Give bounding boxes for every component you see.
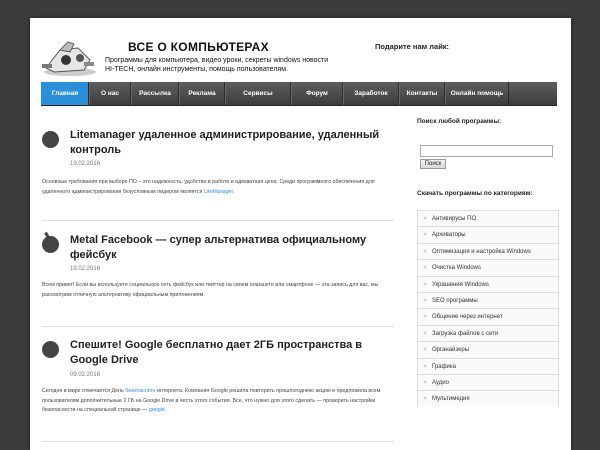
post-marker-icon xyxy=(42,341,59,358)
post-marker-icon xyxy=(42,131,59,148)
category-label: Мультимедия xyxy=(432,396,470,403)
category-item[interactable]: ‹ Архиваторы xyxy=(417,226,559,243)
chevron-left-icon: ‹ xyxy=(424,264,427,272)
post-excerpt: Всем привет! Если вы используете социаль… xyxy=(42,282,379,298)
post: Metal Facebook — супер альтернатива офиц… xyxy=(42,233,394,328)
post-title[interactable]: Спешите! Google бесплатно дает 2ГБ прост… xyxy=(70,338,394,367)
robot-logo-icon[interactable] xyxy=(40,38,98,78)
category-label: Архиваторы xyxy=(432,232,466,239)
category-item[interactable]: ‹ Украшения Windows xyxy=(417,275,559,292)
category-label: Загрузка файлов с сети xyxy=(432,330,499,337)
chevron-left-icon: ‹ xyxy=(424,280,427,288)
post-marker-icon xyxy=(42,236,59,253)
category-label: Общение через интернет xyxy=(432,314,503,321)
post-date: 19.02.2016 xyxy=(70,266,101,272)
excerpt-end: . xyxy=(164,407,167,413)
chevron-left-icon: ‹ xyxy=(424,395,427,403)
site-header: ВСЕ О КОМПЬЮТЕРАХ Программы для компьюте… xyxy=(30,18,571,82)
post-divider xyxy=(42,326,394,327)
nav-item-online-help[interactable]: Онлайн помощь xyxy=(445,82,509,105)
excerpt-end: . xyxy=(232,188,235,195)
category-label: Оптимизация и настройка Windows xyxy=(432,248,531,255)
category-item[interactable]: ‹ Загрузка файлов с сети xyxy=(417,324,559,342)
chevron-left-icon: ‹ xyxy=(424,231,427,239)
category-item[interactable]: ‹ Графика xyxy=(417,357,559,374)
nav-item-newsletter[interactable]: Рассылка xyxy=(131,82,179,105)
post-divider xyxy=(42,441,394,442)
share-label: Подарите нам лайк: xyxy=(375,42,450,51)
chevron-left-icon: ‹ xyxy=(424,329,427,337)
page: ВСЕ О КОМПЬЮТЕРАХ Программы для компьюте… xyxy=(30,18,571,450)
post-excerpt: Сегодня в мире отмечается День безопасно… xyxy=(42,387,394,416)
category-label: Очистка Windows xyxy=(432,265,481,272)
category-item[interactable]: ‹ Антивирусы ПО xyxy=(417,210,559,227)
search-button[interactable]: Поиск xyxy=(420,159,446,169)
post-divider xyxy=(42,220,394,221)
main-nav: Главная О нас Рассылка Реклама Сервисы Ф… xyxy=(41,82,557,106)
post-excerpt: Основные требования при выборе ПО – это … xyxy=(42,178,394,197)
category-list: ‹ Антивирусы ПО ‹ Архиваторы ‹ Оптимизация … xyxy=(417,210,559,407)
category-item[interactable]: ‹ Общение через интернет xyxy=(417,308,559,325)
category-item[interactable]: ‹ Органайзеры xyxy=(417,341,559,358)
safe-link[interactable]: безопасного xyxy=(125,388,155,394)
category-item[interactable]: ‹ Мультимедия xyxy=(417,390,559,407)
nav-item-services[interactable]: Сервисы xyxy=(225,82,291,105)
nav-item-forum[interactable]: Форум xyxy=(291,82,343,105)
categories-widget-title: Скачать программы по категориям: xyxy=(417,190,533,197)
category-label: Аудио xyxy=(432,379,449,386)
site-description: Программы для компьютера, видео уроки, с… xyxy=(105,57,329,73)
category-item[interactable]: ‹ SEO программы xyxy=(417,291,559,309)
category-label: Украшения Windows xyxy=(432,281,489,288)
chevron-left-icon: ‹ xyxy=(424,296,427,304)
post-title[interactable]: Metal Facebook — супер альтернатива офиц… xyxy=(70,233,394,262)
category-label: Графика xyxy=(432,363,456,370)
chevron-left-icon: ‹ xyxy=(424,313,427,321)
chevron-left-icon: ‹ xyxy=(424,247,427,255)
category-item[interactable]: ‹ Очистка Windows xyxy=(417,259,559,276)
site-title[interactable]: ВСЕ О КОМПЬЮТЕРАХ xyxy=(128,40,269,54)
chevron-left-icon: ‹ xyxy=(424,346,427,354)
sidebar: Поиск любой программы: Поиск Скачать про… xyxy=(417,118,559,407)
post-title[interactable]: Litemanager удаленное администрирование,… xyxy=(70,128,394,157)
chevron-left-icon: ‹ xyxy=(424,378,427,386)
search-input[interactable] xyxy=(420,145,553,157)
chevron-left-icon: ‹ xyxy=(424,215,427,222)
post-date: 09.02.2016 xyxy=(70,372,101,378)
post: Спешите! Google бесплатно дает 2ГБ прост… xyxy=(42,338,394,448)
chevron-left-icon: ‹ xyxy=(424,362,427,370)
post-date: 19.02.2016 xyxy=(70,161,101,167)
nav-item-contacts[interactable]: Контакты xyxy=(399,82,445,105)
category-label: Антивирусы ПО xyxy=(432,216,477,222)
google-link[interactable]: google xyxy=(149,407,165,413)
category-label: Органайзеры xyxy=(432,347,470,354)
category-item[interactable]: ‹ Аудио xyxy=(417,373,559,391)
category-item[interactable]: ‹ Оптимизация и настройка Windows xyxy=(417,242,559,260)
post: Litemanager удаленное администрирование,… xyxy=(42,128,394,223)
search-widget-title: Поиск любой программы: xyxy=(417,118,502,125)
litemanager-link[interactable]: LiteManager xyxy=(204,189,233,195)
nav-item-about[interactable]: О нас xyxy=(89,82,131,105)
nav-item-home[interactable]: Главная xyxy=(41,82,89,105)
excerpt-text: Сегодня в мире отмечается День xyxy=(42,388,124,394)
category-label: SEO программы xyxy=(432,297,478,304)
nav-item-ads[interactable]: Реклама xyxy=(179,82,225,105)
nav-item-earnings[interactable]: Заработок xyxy=(343,82,399,105)
